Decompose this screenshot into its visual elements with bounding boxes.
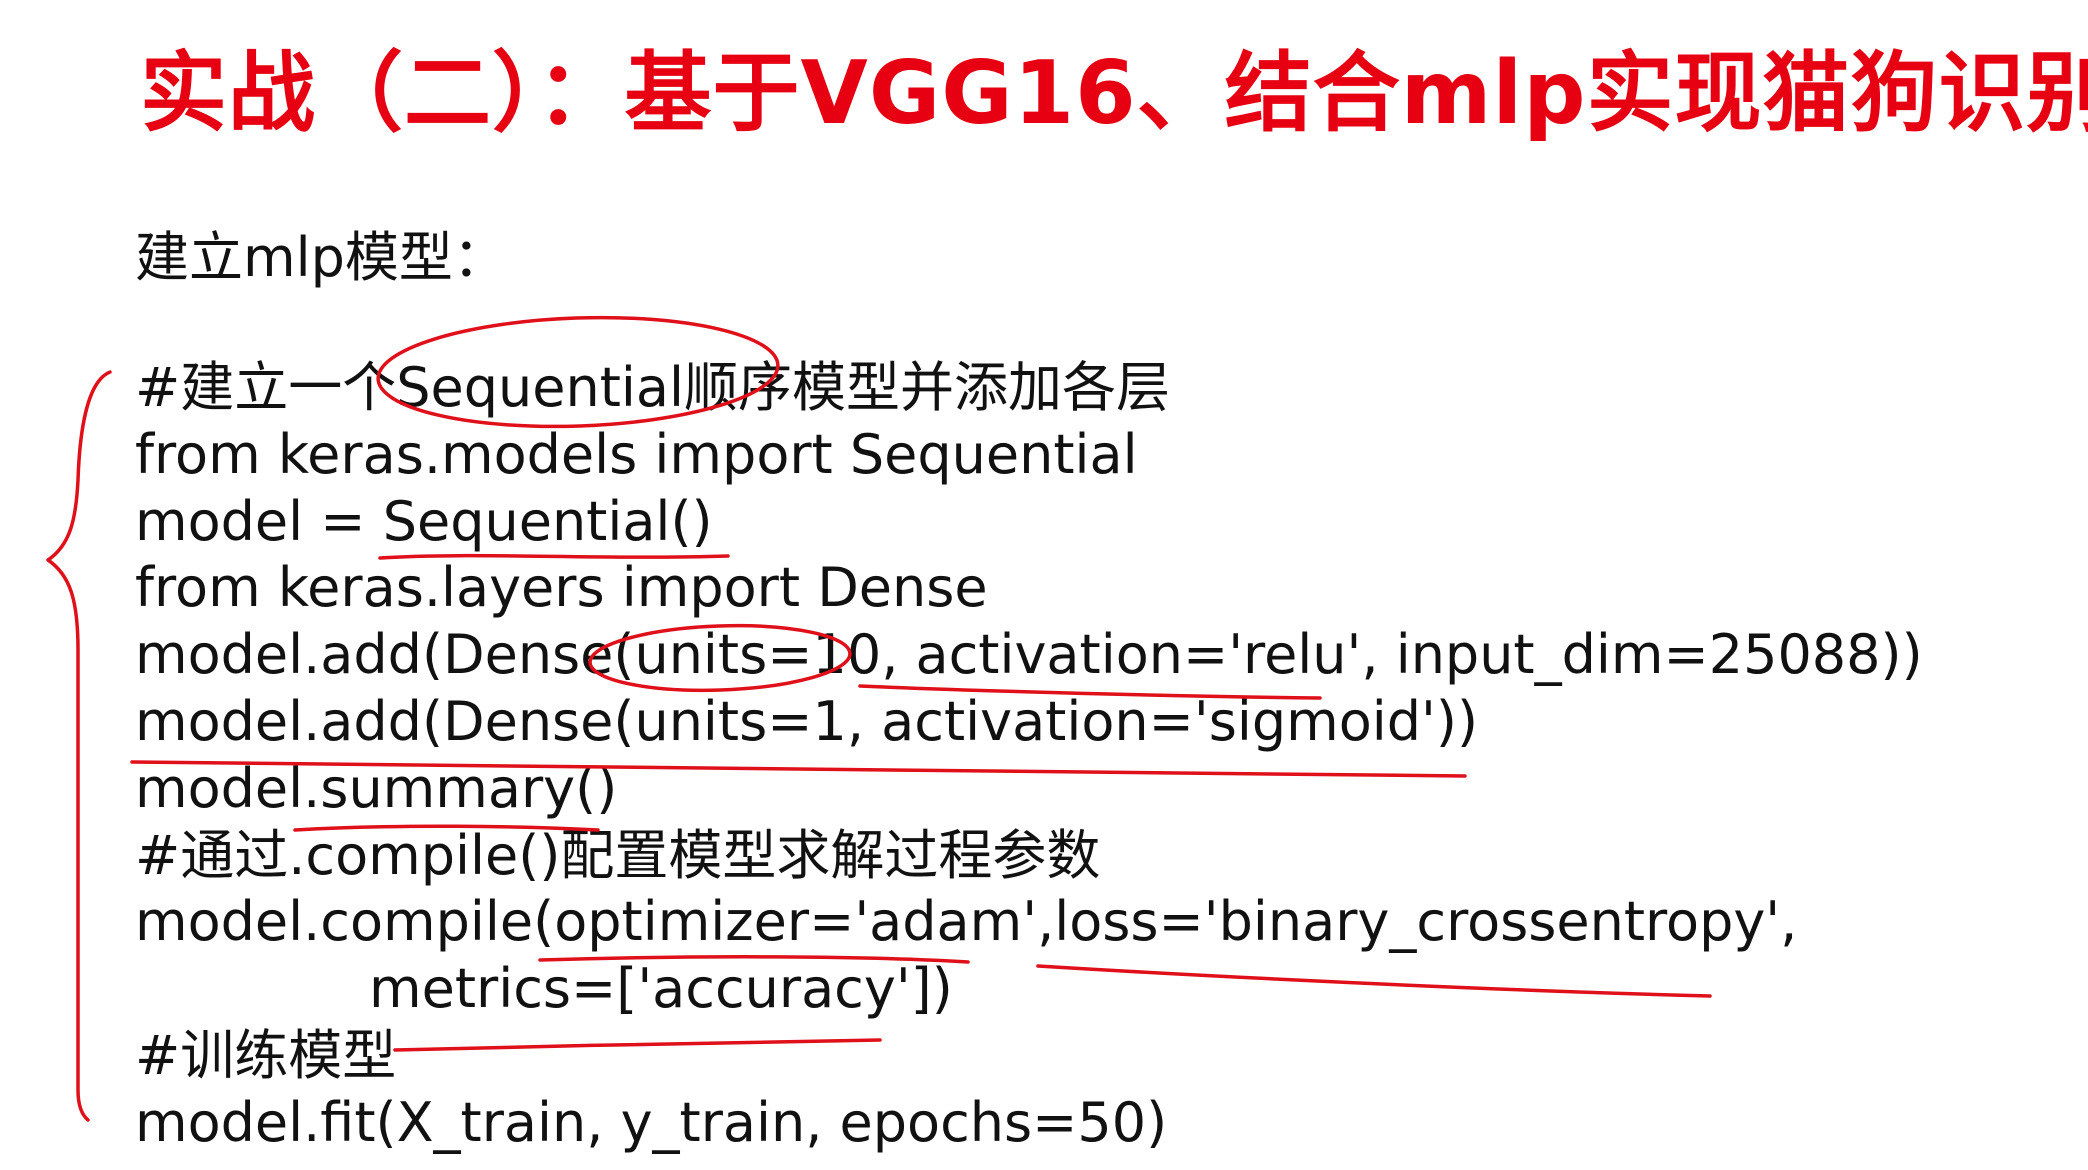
code-line-continuation: metrics=['accuracy']) [369, 957, 953, 1021]
code-line: from keras.layers import Dense [135, 556, 988, 620]
slide-title: 实战（二）：基于VGG16、结合mlp实现猫狗识别 [140, 42, 2088, 144]
code-line: model.add(Dense(units=1, activation='sig… [135, 689, 1479, 753]
code-line: model.add(Dense(units=10, activation='re… [135, 623, 1923, 687]
brace-annotation [46, 370, 112, 1122]
slide: 实战（二）：基于VGG16、结合mlp实现猫狗识别 建立mlp模型： #建立一个… [0, 0, 2088, 1170]
code-line: model.compile(optimizer='adam',loss='bin… [135, 890, 1798, 954]
code-line: model.summary() [135, 756, 618, 820]
code-line: model.fit(X_train, y_train, epochs=50) [135, 1090, 1168, 1154]
code-line: model = Sequential() [135, 489, 713, 553]
code-comment: #训练模型 [135, 1023, 397, 1087]
code-comment: #建立一个Sequential顺序模型并添加各层 [135, 356, 1170, 419]
code-line: from keras.models import Sequential [135, 422, 1138, 486]
section-heading: 建立mlp模型： [135, 226, 507, 289]
code-block: #建立一个Sequential顺序模型并添加各层 from keras.mode… [135, 355, 1923, 1157]
code-comment: #通过.compile()配置模型求解过程参数 [135, 823, 1101, 887]
